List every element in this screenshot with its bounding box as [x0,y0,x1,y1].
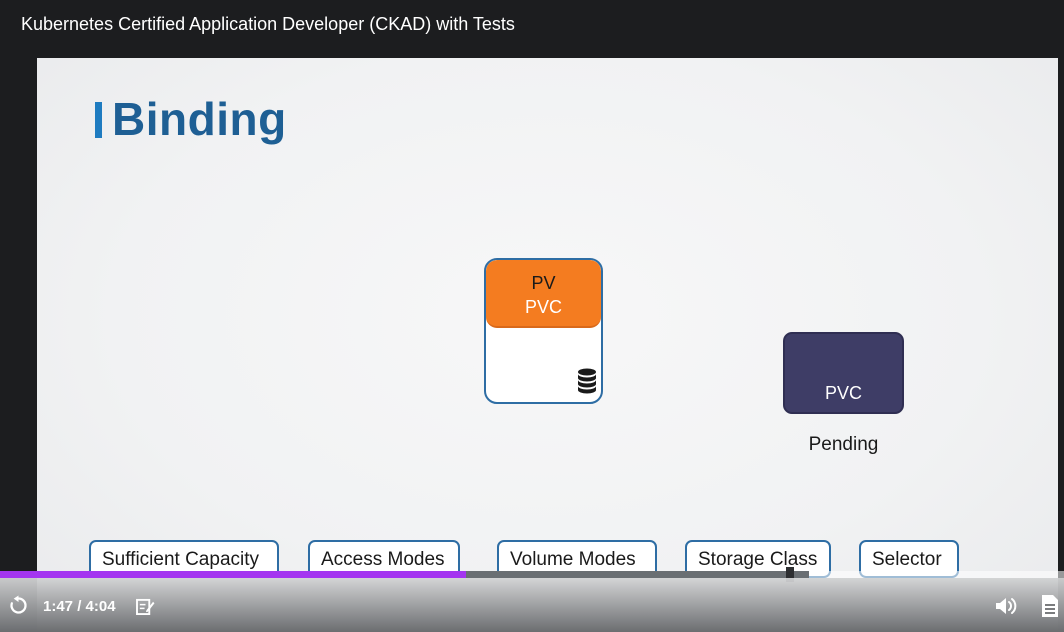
video-player[interactable]: Binding PV PVC PVC Pending Sufficient Ca… [0,57,1064,632]
pv-card: PV PVC [484,258,603,404]
course-title: Kubernetes Certified Application Develop… [21,14,515,34]
transcript-icon[interactable] [1041,594,1059,618]
slide: Binding PV PVC PVC Pending Sufficient Ca… [37,58,1058,632]
playback-time: 1:47 / 4:04 [43,598,116,615]
pv-bound-header: PV PVC [486,260,601,328]
pending-pvc-box: PVC [783,332,904,414]
database-icon [578,368,596,394]
pending-status: Pending [808,434,879,455]
progress-played [0,571,467,578]
header-bar: Kubernetes Certified Application Develop… [0,0,1064,57]
pv-label: PV [531,273,556,293]
notes-icon[interactable] [136,598,155,615]
rewind-icon[interactable] [8,595,29,616]
pvc-label: PVC [824,383,862,403]
heading-accent-bar [95,102,102,138]
control-bar: 1:47 / 4:04 [0,578,1064,632]
volume-icon[interactable] [994,596,1019,616]
bound-pvc-label: PVC [524,297,562,317]
progress-bar[interactable] [0,567,1064,582]
slide-heading: Binding [112,93,287,145]
